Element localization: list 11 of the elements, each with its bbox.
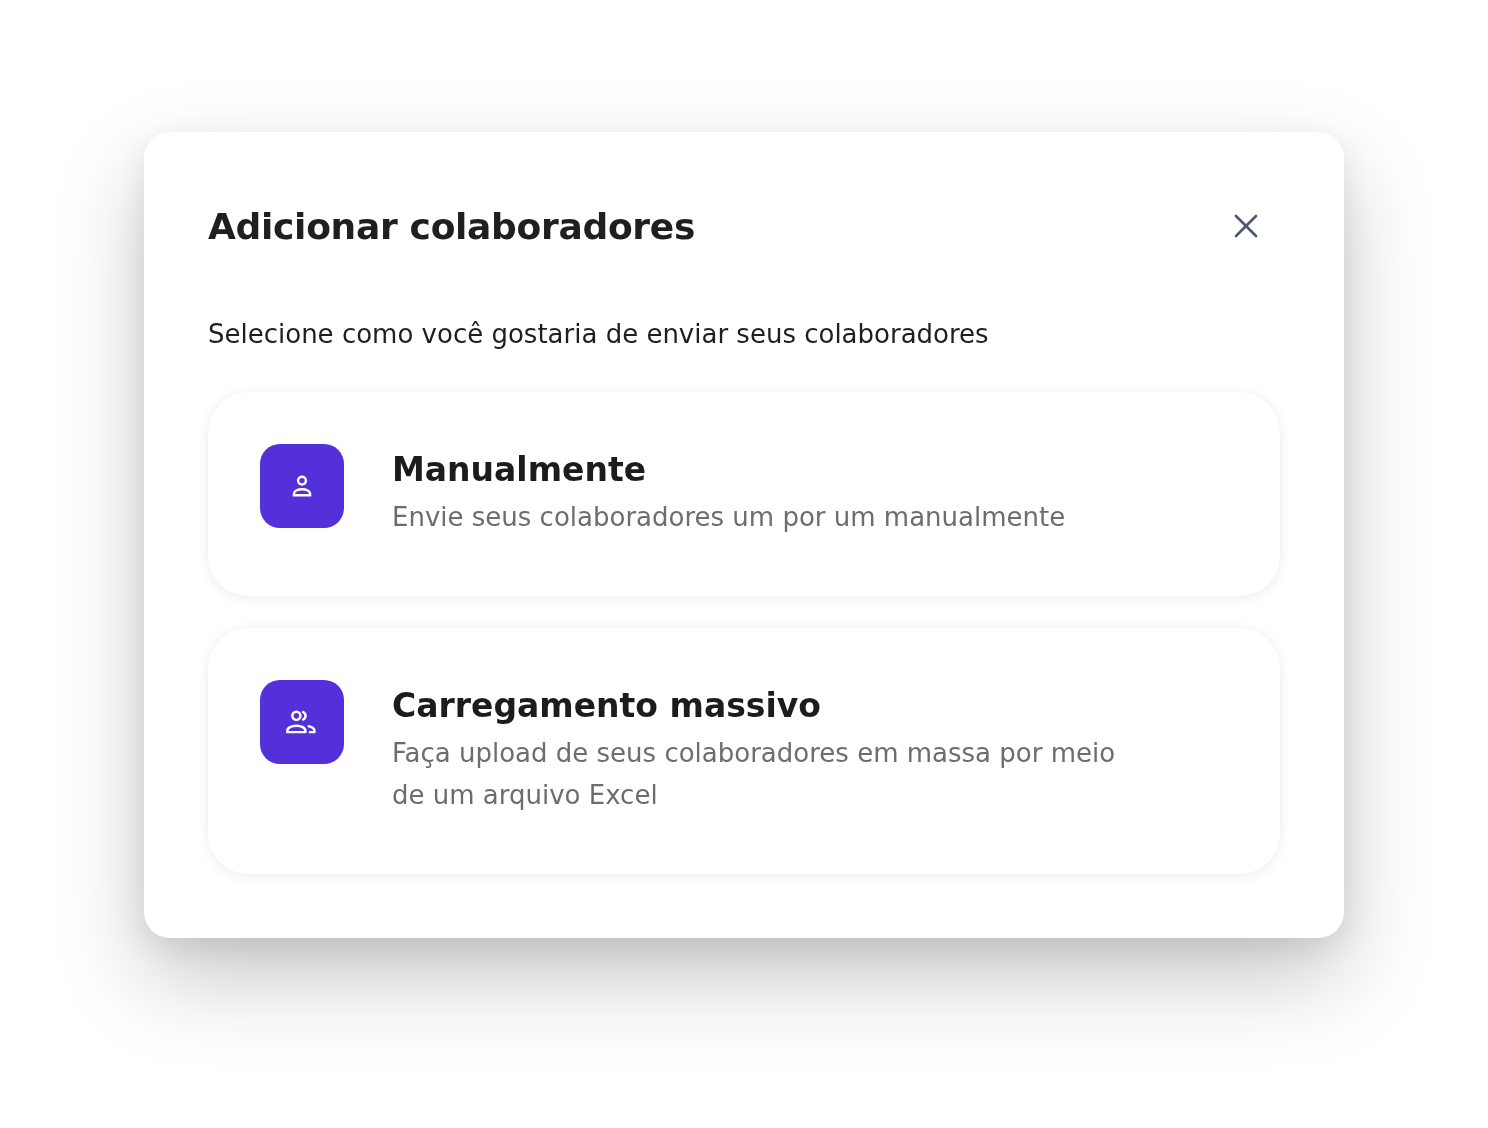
option-card[interactable]: Manualmente Envie seus colaboradores um por um manualmente xyxy=(208,392,1280,596)
close-icon xyxy=(1234,214,1258,238)
option-description: Envie seus colaboradores um por um manualmente xyxy=(392,501,1066,534)
people-icon xyxy=(260,680,344,764)
option-card[interactable]: Carregamento massivo Faça upload de seus colaboradores em massa por meio de um arquivo Excel xyxy=(208,628,1280,874)
dialog-prompt: Selecione como você gostaria de enviar seus colaboradores xyxy=(208,318,990,351)
option-title: Carregamento massivo xyxy=(392,685,822,727)
option-description: Faça upload de seus colaboradores em massa por meio de um arquivo Excel xyxy=(392,737,1117,812)
dialog-title: Adicionar colaboradores xyxy=(208,205,696,247)
option-title: Manualmente xyxy=(392,449,648,491)
person-icon xyxy=(260,444,344,528)
